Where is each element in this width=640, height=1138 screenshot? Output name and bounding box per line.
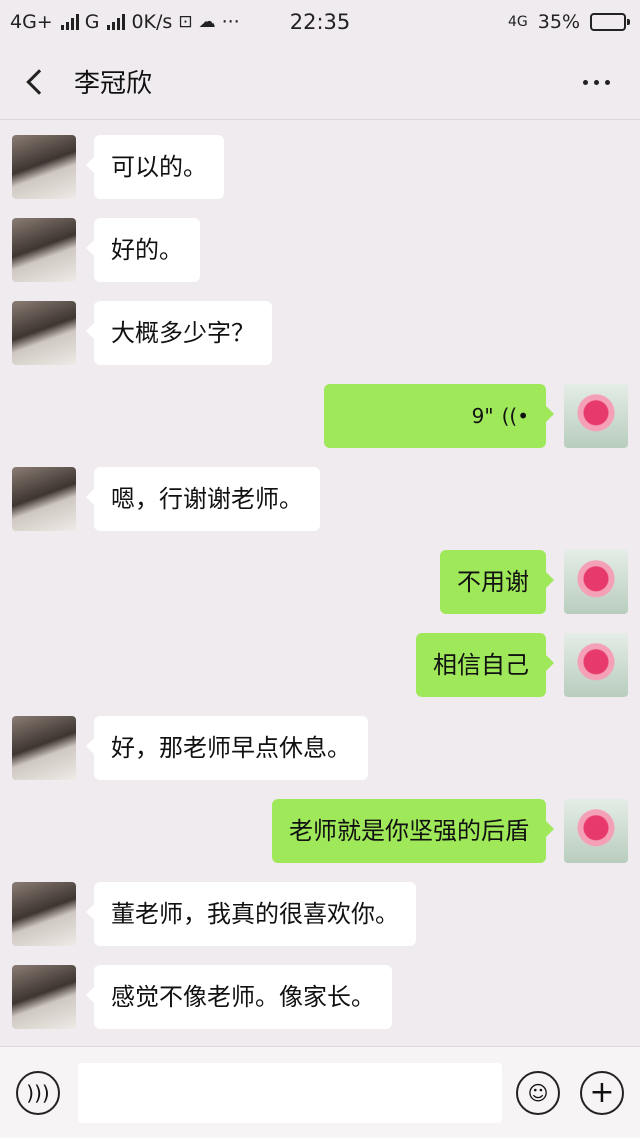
message-bubble[interactable]: 可以的。 [86, 135, 224, 199]
battery-icon [590, 13, 630, 31]
message-bubble[interactable]: 好的。 [86, 218, 200, 282]
message-incoming: 大概多少字？ [0, 301, 640, 371]
status-left: 4G+ G 0K/s ⊡ ☁ ··· [10, 11, 240, 33]
data-speed: 0K/s [131, 11, 173, 33]
voice-input-icon[interactable]: ))) [16, 1071, 60, 1115]
chat-title: 李冠欣 [74, 69, 153, 99]
user-avatar[interactable] [564, 799, 628, 863]
signal-icon-2 [107, 14, 126, 30]
status-bar: 4G+ G 0K/s ⊡ ☁ ··· 22:35 4G 35% [0, 0, 640, 44]
chat-header: 李冠欣 [0, 44, 640, 120]
message-bubble[interactable]: 好，那老师早点休息。 [86, 716, 368, 780]
message-bubble[interactable]: 相信自己 [416, 633, 554, 697]
message-input[interactable] [78, 1063, 502, 1123]
message-outgoing: 不用谢 [0, 550, 640, 620]
more-notifications-icon: ··· [221, 11, 240, 33]
network-type-2: G [84, 11, 100, 33]
signal-icon [60, 14, 79, 30]
message-bubble[interactable]: 感觉不像老师。像家长。 [86, 965, 392, 1029]
network-type: 4G+ [10, 11, 53, 33]
contact-avatar[interactable] [12, 882, 76, 946]
contact-avatar[interactable] [12, 301, 76, 365]
voice-wave-icon: ((• [501, 404, 529, 428]
contact-avatar[interactable] [12, 135, 76, 199]
lte-indicator: 4G [508, 14, 528, 30]
message-bubble[interactable]: 嗯，行谢谢老师。 [86, 467, 320, 531]
contact-avatar[interactable] [12, 467, 76, 531]
voice-duration: 9" [471, 404, 494, 428]
message-incoming: 董老师，我真的很喜欢你。 [0, 882, 640, 952]
message-list[interactable]: 可以的。 好的。 大概多少字？ 9" ((• 嗯，行谢谢老师。 不用谢 相信自己 … [0, 120, 640, 1045]
user-avatar[interactable] [564, 384, 628, 448]
user-avatar[interactable] [564, 633, 628, 697]
contact-avatar[interactable] [12, 218, 76, 282]
message-incoming: 可以的。 [0, 135, 640, 205]
message-outgoing-voice: 9" ((• [0, 384, 640, 454]
emoji-icon[interactable]: ☺ [516, 1071, 560, 1115]
contact-avatar[interactable] [12, 965, 76, 1029]
voice-message-bubble[interactable]: 9" ((• [324, 384, 554, 448]
back-arrow-icon[interactable] [26, 68, 52, 95]
battery-percent: 35% [537, 11, 580, 33]
message-bubble[interactable]: 大概多少字？ [86, 301, 272, 365]
message-bubble[interactable]: 老师就是你坚强的后盾 [272, 799, 554, 863]
message-outgoing: 相信自己 [0, 633, 640, 703]
clock: 22:35 [289, 10, 351, 34]
input-bar: ))) ☺ + [0, 1046, 640, 1138]
sim-card-icon: ⊡ [178, 12, 193, 32]
message-outgoing: 老师就是你坚强的后盾 [0, 799, 640, 869]
message-incoming: 嗯，行谢谢老师。 [0, 467, 640, 537]
message-incoming: 感觉不像老师。像家长。 [0, 965, 640, 1035]
message-incoming: 好的。 [0, 218, 640, 288]
more-options-icon[interactable] [583, 80, 610, 85]
cloud-icon: ☁ [198, 12, 216, 32]
plus-icon[interactable]: + [580, 1071, 624, 1115]
status-right: 4G 35% [508, 11, 630, 33]
contact-avatar[interactable] [12, 716, 76, 780]
message-incoming: 好，那老师早点休息。 [0, 716, 640, 786]
message-bubble[interactable]: 不用谢 [440, 550, 554, 614]
user-avatar[interactable] [564, 550, 628, 614]
message-bubble[interactable]: 董老师，我真的很喜欢你。 [86, 882, 416, 946]
